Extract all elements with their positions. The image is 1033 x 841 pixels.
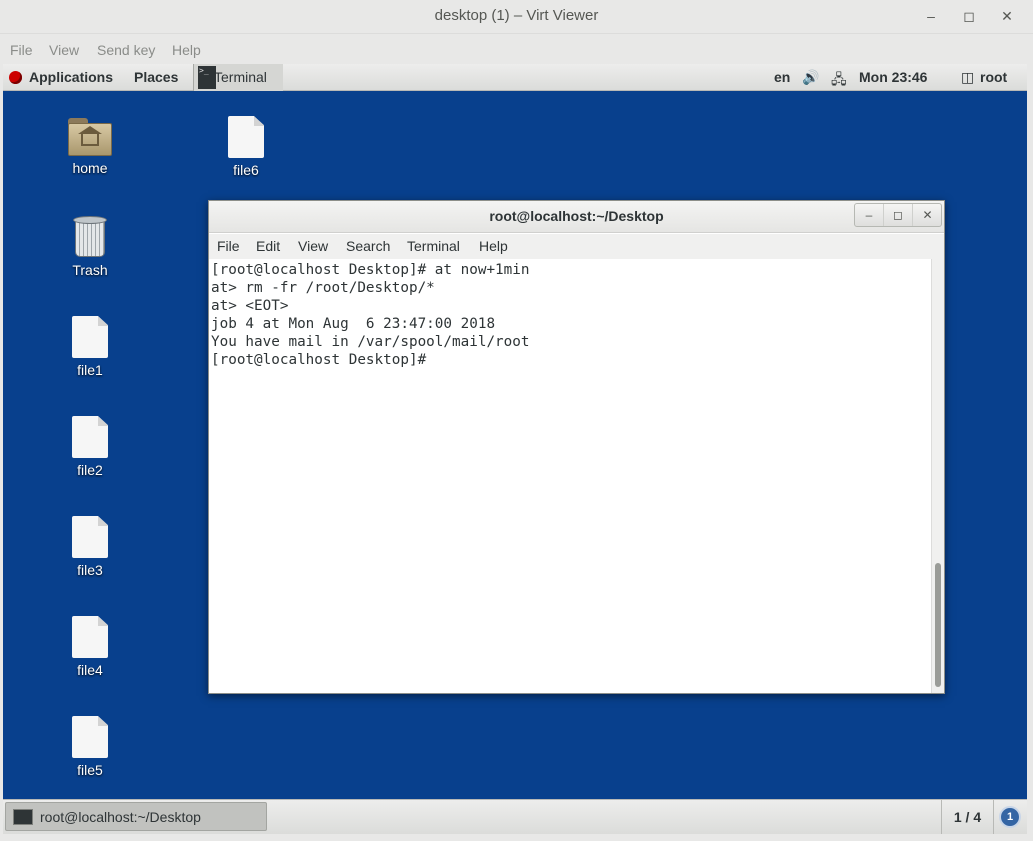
file-icon <box>72 516 108 558</box>
maximize-icon[interactable]: ◻ <box>884 204 913 226</box>
user-icon: ◫ <box>961 69 975 85</box>
desktop-icon-home[interactable]: home <box>45 116 135 176</box>
viewer-menubar: File View Send key Help <box>0 36 1033 64</box>
window-controls: – ◻ ✕ <box>854 203 942 227</box>
terminal-menu-view[interactable]: View <box>298 238 328 254</box>
terminal-scrollbar[interactable] <box>931 259 944 693</box>
terminal-window[interactable]: root@localhost:~/Desktop – ◻ ✕ File Edit… <box>208 200 945 694</box>
bottom-panel: root@localhost:~/Desktop 1 / 4 1 <box>3 799 1027 834</box>
terminal-line: at> <EOT> <box>211 298 289 314</box>
desktop-icon-trash[interactable]: Trash <box>45 216 135 278</box>
minimize-icon[interactable]: – <box>855 204 884 226</box>
desktop-icon-label: file5 <box>77 762 103 778</box>
desktop-icon-file5[interactable]: file5 <box>45 716 135 778</box>
taskbar-label: root@localhost:~/Desktop <box>40 809 201 825</box>
desktop-icon-label: file1 <box>77 362 103 378</box>
language-indicator[interactable]: en <box>774 69 790 85</box>
desktop-icon-file4[interactable]: file4 <box>45 616 135 678</box>
terminal-menubar: File Edit View Search Terminal Help <box>209 234 944 259</box>
applications-menu[interactable]: Applications <box>29 69 113 85</box>
viewer-menu-send-key[interactable]: Send key <box>97 42 155 58</box>
minimize-icon[interactable]: – <box>919 5 943 27</box>
terminal-line: [root@localhost Desktop]# at now+1min <box>211 262 530 278</box>
network-icon[interactable]: 🖧 <box>831 69 847 93</box>
trash-icon <box>72 216 108 258</box>
workspace-indicator[interactable]: 1 / 4 <box>941 800 994 834</box>
active-app-label: Terminal <box>214 69 267 85</box>
guest-desktop[interactable]: Applications Places >_ Terminal en 🔊 🖧 M… <box>3 64 1027 834</box>
close-icon[interactable]: ✕ <box>913 204 942 226</box>
terminal-line: at> rm -fr /root/Desktop/* <box>211 280 435 296</box>
terminal-menu-terminal[interactable]: Terminal <box>407 238 460 254</box>
user-menu[interactable]: root <box>980 69 1007 85</box>
terminal-menu-search[interactable]: Search <box>346 238 390 254</box>
close-icon[interactable]: ✕ <box>995 5 1019 27</box>
volume-icon[interactable]: 🔊 <box>802 69 819 86</box>
notification-badge[interactable]: 1 <box>999 806 1021 828</box>
file-icon <box>72 616 108 658</box>
file-icon <box>228 116 264 158</box>
desktop-icon-file1[interactable]: file1 <box>45 316 135 378</box>
top-panel: Applications Places >_ Terminal en 🔊 🖧 M… <box>3 64 1027 91</box>
file-icon <box>72 316 108 358</box>
terminal-prompt-line: [root@localhost Desktop]# <box>211 352 435 368</box>
desktop-icon-label: file6 <box>233 162 259 178</box>
desktop-icon-file6[interactable]: file6 <box>201 116 291 178</box>
desktop-icon-label: file4 <box>77 662 103 678</box>
terminal-menu-help[interactable]: Help <box>479 238 508 254</box>
desktop-icon-label: home <box>72 160 108 176</box>
terminal-line: You have mail in /var/spool/mail/root <box>211 334 530 350</box>
viewer-title: desktop (1) – Virt Viewer <box>434 7 599 24</box>
terminal-menu-file[interactable]: File <box>217 238 240 254</box>
viewer-menu-file[interactable]: File <box>10 42 33 58</box>
taskbar-terminal-button[interactable]: root@localhost:~/Desktop <box>5 802 267 831</box>
desktop-icon-label: file3 <box>77 562 103 578</box>
terminal-titlebar[interactable]: root@localhost:~/Desktop – ◻ ✕ <box>209 201 944 233</box>
scrollbar-thumb[interactable] <box>935 563 941 687</box>
file-icon <box>72 716 108 758</box>
terminal-line: job 4 at Mon Aug 6 23:47:00 2018 <box>211 316 496 332</box>
maximize-icon[interactable]: ◻ <box>957 5 981 27</box>
terminal-menu-edit[interactable]: Edit <box>256 238 280 254</box>
viewer-menu-help[interactable]: Help <box>172 42 201 58</box>
terminal-title: root@localhost:~/Desktop <box>489 208 664 224</box>
desktop-icon-file2[interactable]: file2 <box>45 416 135 478</box>
active-app-button[interactable]: >_ Terminal <box>193 64 283 91</box>
viewer-menu-view[interactable]: View <box>49 42 79 58</box>
file-icon <box>72 416 108 458</box>
desktop-icon-label: Trash <box>72 262 108 278</box>
places-menu[interactable]: Places <box>134 69 178 85</box>
folder-home-icon <box>68 116 112 156</box>
viewer-titlebar: desktop (1) – Virt Viewer – ◻ ✕ <box>0 0 1033 34</box>
redhat-icon <box>9 71 22 84</box>
terminal-output[interactable]: [root@localhost Desktop]# at now+1min at… <box>209 259 931 693</box>
desktop-icon-file3[interactable]: file3 <box>45 516 135 578</box>
clock[interactable]: Mon 23:46 <box>859 69 927 85</box>
desktop-icon-label: file2 <box>77 462 103 478</box>
terminal-icon <box>13 809 33 825</box>
